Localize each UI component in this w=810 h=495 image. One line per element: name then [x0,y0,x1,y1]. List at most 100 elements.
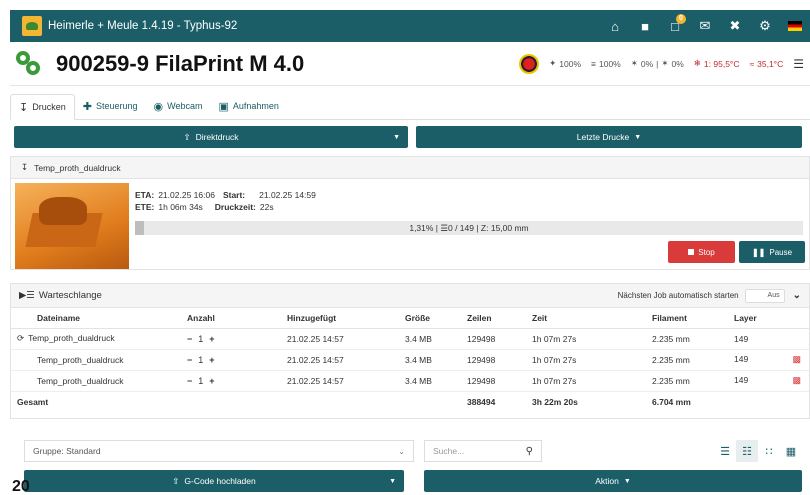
tab-steuerung[interactable]: ✚ Steuerung [75,93,146,119]
total-row: Gesamt 388494 3h 22m 20s 6.704 mm [17,396,691,407]
decrement-button[interactable]: − [187,334,192,344]
col-header[interactable]: Größe [399,308,461,329]
upload-icon: ⇧ [183,131,191,142]
flow-stat[interactable]: ≡ 100% [591,59,621,69]
table-row[interactable]: ⟳ Temp_proth_dualdruck −1 + 21.02.25 14:57… [11,328,809,350]
col-header[interactable]: Layer [728,308,809,329]
queue-header: ▶☰ Warteschlange Nächsten Job automatisch… [11,284,809,308]
tile-view-icon[interactable]: ▦ [780,440,802,462]
extruder-temp-stat[interactable]: ❄ 1: 95,5°C [694,58,740,69]
col-header[interactable]: Dateiname [11,308,181,329]
col-header[interactable]: Zeilen [461,308,526,329]
file-toolbar: Gruppe: Standard ⌄ Suche... ⚲ ☰ ☷ ∷ ▦ [10,440,810,462]
job-filename: Temp_proth_dualdruck [34,162,121,173]
table-row[interactable]: Temp_proth_dualdruck −1 + 21.02.25 14:57 … [11,349,809,371]
mail-icon[interactable]: ✉ [690,10,720,42]
emergency-stop-icon[interactable] [519,53,540,74]
move-icon: ✚ [82,100,92,113]
tab-aufnahmen[interactable]: ▣ Aufnahmen [210,93,286,119]
notification-badge: 0 [676,14,686,24]
group-select[interactable]: Gruppe: Standard ⌄ [24,440,414,462]
stop-icon [688,249,695,255]
col-header[interactable]: Filament [646,308,728,329]
current-job-card: ↧ Temp_proth_dualdruck ETA: 21.02.25 16:0… [10,156,810,270]
decrement-button[interactable]: − [187,355,192,365]
col-header[interactable]: Hinzugefügt [281,308,399,329]
flow-icon: ≡ [591,58,596,69]
col-header[interactable]: Zeit [526,308,646,329]
stop-button[interactable]: Stop [668,241,735,263]
fan-stat[interactable]: ✶ 0% | ✶ 0% [631,58,684,69]
chevron-down-icon: ⌄ [398,446,405,456]
pause-icon: ❚❚ [751,247,766,257]
caret-down-icon: ▼ [389,477,396,485]
decrement-button[interactable]: − [187,376,192,386]
direct-print-button[interactable]: ⇧ Direktdruck ▼ [14,126,408,148]
grid-view-icon[interactable]: ∷ [758,440,780,462]
detail-list-view-icon[interactable]: ☷ [736,440,758,462]
queue-panel: ▶☰ Warteschlange Nächsten Job automatisch… [10,283,810,419]
queue-table: Dateiname Anzahl Hinzugefügt Größe Zeile… [11,308,809,412]
increment-button[interactable]: + [209,376,214,386]
job-preview-image[interactable] [15,183,129,269]
job-meta: ETA: 21.02.25 16:06 Start: 21.02.25 14:59 … [135,190,316,212]
bed-temp-stat[interactable]: ≈35,1°C [749,59,783,69]
col-header[interactable]: Anzahl [181,308,281,329]
webcam-icon: ◉ [153,100,164,113]
increment-button[interactable]: + [209,355,214,365]
job-progress-bar: 1,31% | ☰0 / 149 | Z: 15,00 mm [135,221,803,235]
print-icon: ↧ [19,101,29,114]
sd-card-icon[interactable]: ■ [630,10,660,42]
view-switcher: ☰ ☷ ∷ ▦ [714,440,802,462]
print-icon: ↧ [21,162,29,172]
upload-gcode-button[interactable]: ⇧ G-Code hochladen ▼ [24,470,404,492]
speed-icon: ✦ [549,58,557,68]
printer-name: 900259-9 FilaPrint M 4.0 [56,50,305,76]
list-view-icon[interactable]: ☰ [714,440,736,462]
app-title: Heimerle + Meule 1.4.19 - Typhus-92 [48,20,238,32]
topbar-icons: ⌂ ■ □ 0 ✉ ✖ ⚙ [600,10,810,42]
caret-down-icon: ▼ [634,133,642,141]
queue-table-header: Dateiname Anzahl Hinzugefügt Größe Zeile… [11,308,809,329]
notification-icon[interactable]: □ 0 [660,10,690,42]
main-tabs: ↧ Drucken ✚ Steuerung ◉ Webcam ▣ Aufnahmen [10,92,810,120]
tools-icon[interactable]: ✖ [720,10,750,42]
action-button[interactable]: Aktion ▼ [424,470,802,492]
bed-heat-icon: ≈ [749,58,755,69]
trash-icon[interactable]: ▩ [792,354,801,365]
printer-stats: ✦ 100% ≡ 100% ✶ 0% | ✶ 0% ❄ 1: 95,5°C ≈35,1°C ☰ [519,53,810,74]
spinner-icon: ⟳ [17,333,25,343]
top-navbar: Heimerle + Meule 1.4.19 - Typhus-92 ⌂ ■ … [10,10,810,42]
auto-start-toggle[interactable]: Aus [744,288,785,303]
tab-webcam[interactable]: ◉ Webcam [146,93,211,119]
language-flag-icon[interactable] [780,10,810,42]
pause-button[interactable]: ❚❚ Pause [739,241,805,263]
page-number: 20 [12,478,30,495]
increment-button[interactable]: + [209,334,214,344]
trash-icon[interactable]: ▩ [792,375,801,386]
job-header: ↧ Temp_proth_dualdruck [11,157,809,179]
fan-icon: ✶ [630,58,638,68]
chevron-down-icon[interactable]: ⌄ [793,290,801,301]
printer-link-icon [16,50,42,77]
menu-icon[interactable]: ☰ [793,57,804,71]
queue-icon: ▶☰ [19,290,35,301]
home-icon[interactable]: ⌂ [600,10,630,42]
search-icon: ⚲ [525,445,533,457]
auto-start-label: Nächsten Job automatisch starten [617,291,739,300]
table-row[interactable]: Temp_proth_dualdruck −1 + 21.02.25 14:57 … [11,370,809,392]
gear-icon[interactable]: ⚙ [750,10,780,42]
printer-header: 900259-9 FilaPrint M 4.0 ✦ 100% ≡ 100% ✶ 0%… [10,42,810,86]
progress-text: 1,31% | ☰0 / 149 | Z: 15,00 mm [409,223,529,233]
extruder-icon: ❄ [693,58,701,68]
camera-icon: ▣ [218,100,229,113]
fan-icon: ✶ [661,58,669,68]
app-logo-icon [22,16,42,36]
tab-drucken[interactable]: ↧ Drucken [10,94,75,120]
caret-down-icon: ▼ [623,477,631,485]
recent-prints-button[interactable]: Letzte Drucke ▼ [416,126,802,148]
search-input[interactable]: Suche... ⚲ [424,440,542,462]
caret-down-icon: ▼ [393,133,400,141]
speed-stat[interactable]: ✦ 100% [549,58,581,69]
upload-icon: ⇧ [172,475,180,486]
